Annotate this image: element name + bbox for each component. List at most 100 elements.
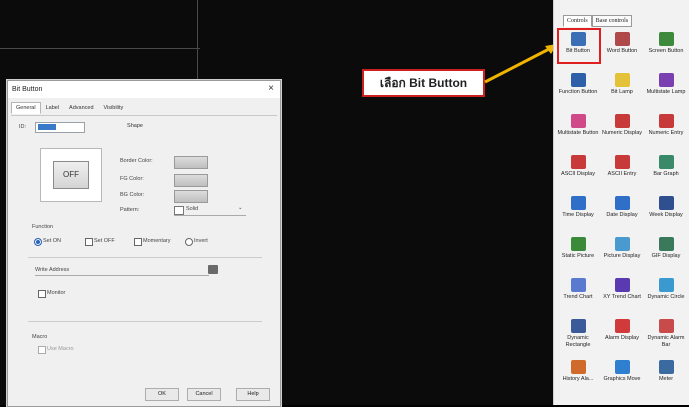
control-item-picture-display[interactable]: Picture Display bbox=[600, 237, 644, 260]
alarm-display-icon bbox=[614, 319, 630, 333]
control-item-date-display[interactable]: Date Display bbox=[600, 196, 644, 219]
control-item-label: GIF Display bbox=[651, 253, 681, 259]
control-item-history-ala[interactable]: History Ala... bbox=[556, 360, 600, 383]
instruction-callout: เลือก Bit Button bbox=[362, 69, 485, 97]
tab-controls[interactable]: Controls bbox=[563, 15, 592, 27]
control-item-graphics-move[interactable]: Graphics Move bbox=[600, 360, 644, 383]
border-color-picker[interactable] bbox=[174, 156, 208, 169]
id-field[interactable] bbox=[35, 122, 85, 133]
control-item-multistate-button[interactable]: Multistate Button bbox=[556, 114, 600, 137]
ok-button[interactable]: OK bbox=[145, 388, 179, 401]
tab-divider bbox=[11, 115, 277, 116]
radio-set-on[interactable] bbox=[34, 238, 42, 246]
cancel-button[interactable]: Cancel bbox=[187, 388, 221, 401]
date-display-icon bbox=[614, 196, 630, 210]
control-item-label: Dynamic Circle bbox=[647, 294, 685, 300]
control-item-time-display[interactable]: Time Display bbox=[556, 196, 600, 219]
dynamic-rectangle-icon bbox=[570, 319, 586, 333]
control-item-bit-lamp[interactable]: Bit Lamp bbox=[600, 73, 644, 96]
radio-invert[interactable] bbox=[185, 238, 193, 246]
control-item-label: ASCII Entry bbox=[607, 171, 637, 177]
separator bbox=[28, 257, 262, 258]
control-item-meter[interactable]: Meter bbox=[644, 360, 688, 383]
control-item-ascii-display[interactable]: ASCII Display bbox=[556, 155, 600, 178]
control-item-dynamic-circle[interactable]: Dynamic Circle bbox=[644, 278, 688, 301]
control-item-gif-display[interactable]: GIF Display bbox=[644, 237, 688, 260]
tab-advanced[interactable]: Advanced bbox=[64, 102, 98, 114]
help-button[interactable]: Help bbox=[236, 388, 270, 401]
graphics-move-icon bbox=[614, 360, 630, 374]
pattern-value: Solid bbox=[186, 206, 199, 212]
fg-color-picker[interactable] bbox=[174, 174, 208, 187]
callout-text: เลือก Bit Button bbox=[379, 76, 468, 90]
control-item-ascii-entry[interactable]: ASCII Entry bbox=[600, 155, 644, 178]
control-item-bar-graph[interactable]: Bar Graph bbox=[644, 155, 688, 178]
address-picker-icon[interactable] bbox=[208, 265, 218, 274]
control-item-label: XY Trend Chart bbox=[603, 294, 641, 300]
control-item-xy-trend-chart[interactable]: XY Trend Chart bbox=[600, 278, 644, 301]
control-item-screen-button[interactable]: Screen Button bbox=[644, 32, 688, 55]
bit-lamp-icon bbox=[614, 73, 630, 87]
tab-label[interactable]: Label bbox=[41, 102, 64, 114]
control-item-label: Word Button bbox=[606, 48, 638, 54]
tab-base-controls[interactable]: Base controls bbox=[591, 15, 633, 27]
button-preview: OFF bbox=[40, 148, 102, 202]
write-address-field[interactable] bbox=[35, 266, 209, 276]
bit-button-dialog: Bit Button × General Label Advanced Visi… bbox=[7, 80, 281, 407]
control-item-multistate-lamp[interactable]: Multistate Lamp bbox=[644, 73, 688, 96]
use-macro-checkbox[interactable] bbox=[38, 346, 46, 354]
control-item-label: ASCII Display bbox=[561, 171, 595, 177]
fg-color-label: FG Color: bbox=[120, 176, 144, 182]
control-item-static-picture[interactable]: Static Picture bbox=[556, 237, 600, 260]
history-alarm-icon bbox=[570, 360, 586, 374]
macro-label: Macro bbox=[32, 334, 48, 340]
control-item-label: Numeric Display bbox=[601, 130, 643, 136]
control-item-dynamic-alarm-bar[interactable]: Dynamic Alarm Bar bbox=[644, 319, 688, 348]
shape-button[interactable]: Shape bbox=[120, 121, 150, 132]
use-macro-label: Use Macro bbox=[47, 346, 74, 352]
control-item-label: Meter bbox=[658, 376, 674, 382]
trend-chart-icon bbox=[570, 278, 586, 292]
control-item-label: Week Display bbox=[649, 212, 683, 218]
tab-general[interactable]: General bbox=[11, 102, 41, 114]
control-item-label: Trend Chart bbox=[563, 294, 593, 300]
id-label: ID: bbox=[19, 124, 27, 130]
control-item-label: Function Button bbox=[558, 89, 598, 95]
control-item-word-button[interactable]: Word Button bbox=[600, 32, 644, 55]
control-item-week-display[interactable]: Week Display bbox=[644, 196, 688, 219]
pattern-select[interactable]: Solid ⌄ bbox=[174, 205, 246, 216]
dynamic-alarm-bar-icon bbox=[658, 319, 674, 333]
monitor-checkbox[interactable] bbox=[38, 290, 46, 298]
control-item-alarm-display[interactable]: Alarm Display bbox=[600, 319, 644, 342]
invert-label: Invert bbox=[194, 238, 208, 244]
function-label: Function bbox=[32, 224, 54, 230]
tab-visibility[interactable]: Visibility bbox=[99, 102, 129, 114]
canvas-guide-line bbox=[197, 0, 198, 80]
control-item-label: Multistate Lamp bbox=[646, 89, 686, 95]
gif-display-icon bbox=[658, 237, 674, 251]
control-item-function-button[interactable]: Function Button bbox=[556, 73, 600, 96]
pattern-swatch bbox=[174, 206, 184, 215]
control-item-label: Screen Button bbox=[648, 48, 684, 54]
meter-icon bbox=[658, 360, 674, 374]
control-item-numeric-display[interactable]: Numeric Display bbox=[600, 114, 644, 137]
screen-button-icon bbox=[658, 32, 674, 46]
close-icon[interactable]: × bbox=[268, 83, 274, 94]
word-button-icon bbox=[614, 32, 630, 46]
control-item-dynamic-rectangle[interactable]: Dynamic Rectangle bbox=[556, 319, 600, 348]
control-item-trend-chart[interactable]: Trend Chart bbox=[556, 278, 600, 301]
bg-color-picker[interactable] bbox=[174, 190, 208, 203]
control-item-numeric-entry[interactable]: Numeric Entry bbox=[644, 114, 688, 137]
numeric-display-icon bbox=[614, 114, 630, 128]
id-selection bbox=[38, 124, 56, 130]
pattern-label: Pattern: bbox=[120, 207, 140, 213]
chevron-down-icon: ⌄ bbox=[238, 205, 243, 211]
function-button-icon bbox=[570, 73, 586, 87]
control-item-label: Multistate Button bbox=[557, 130, 599, 136]
radio-momentary[interactable] bbox=[134, 238, 142, 246]
time-display-icon bbox=[570, 196, 586, 210]
week-display-icon bbox=[658, 196, 674, 210]
multistate-button-icon bbox=[570, 114, 586, 128]
radio-set-off[interactable] bbox=[85, 238, 93, 246]
bg-color-label: BG Color: bbox=[120, 192, 145, 198]
